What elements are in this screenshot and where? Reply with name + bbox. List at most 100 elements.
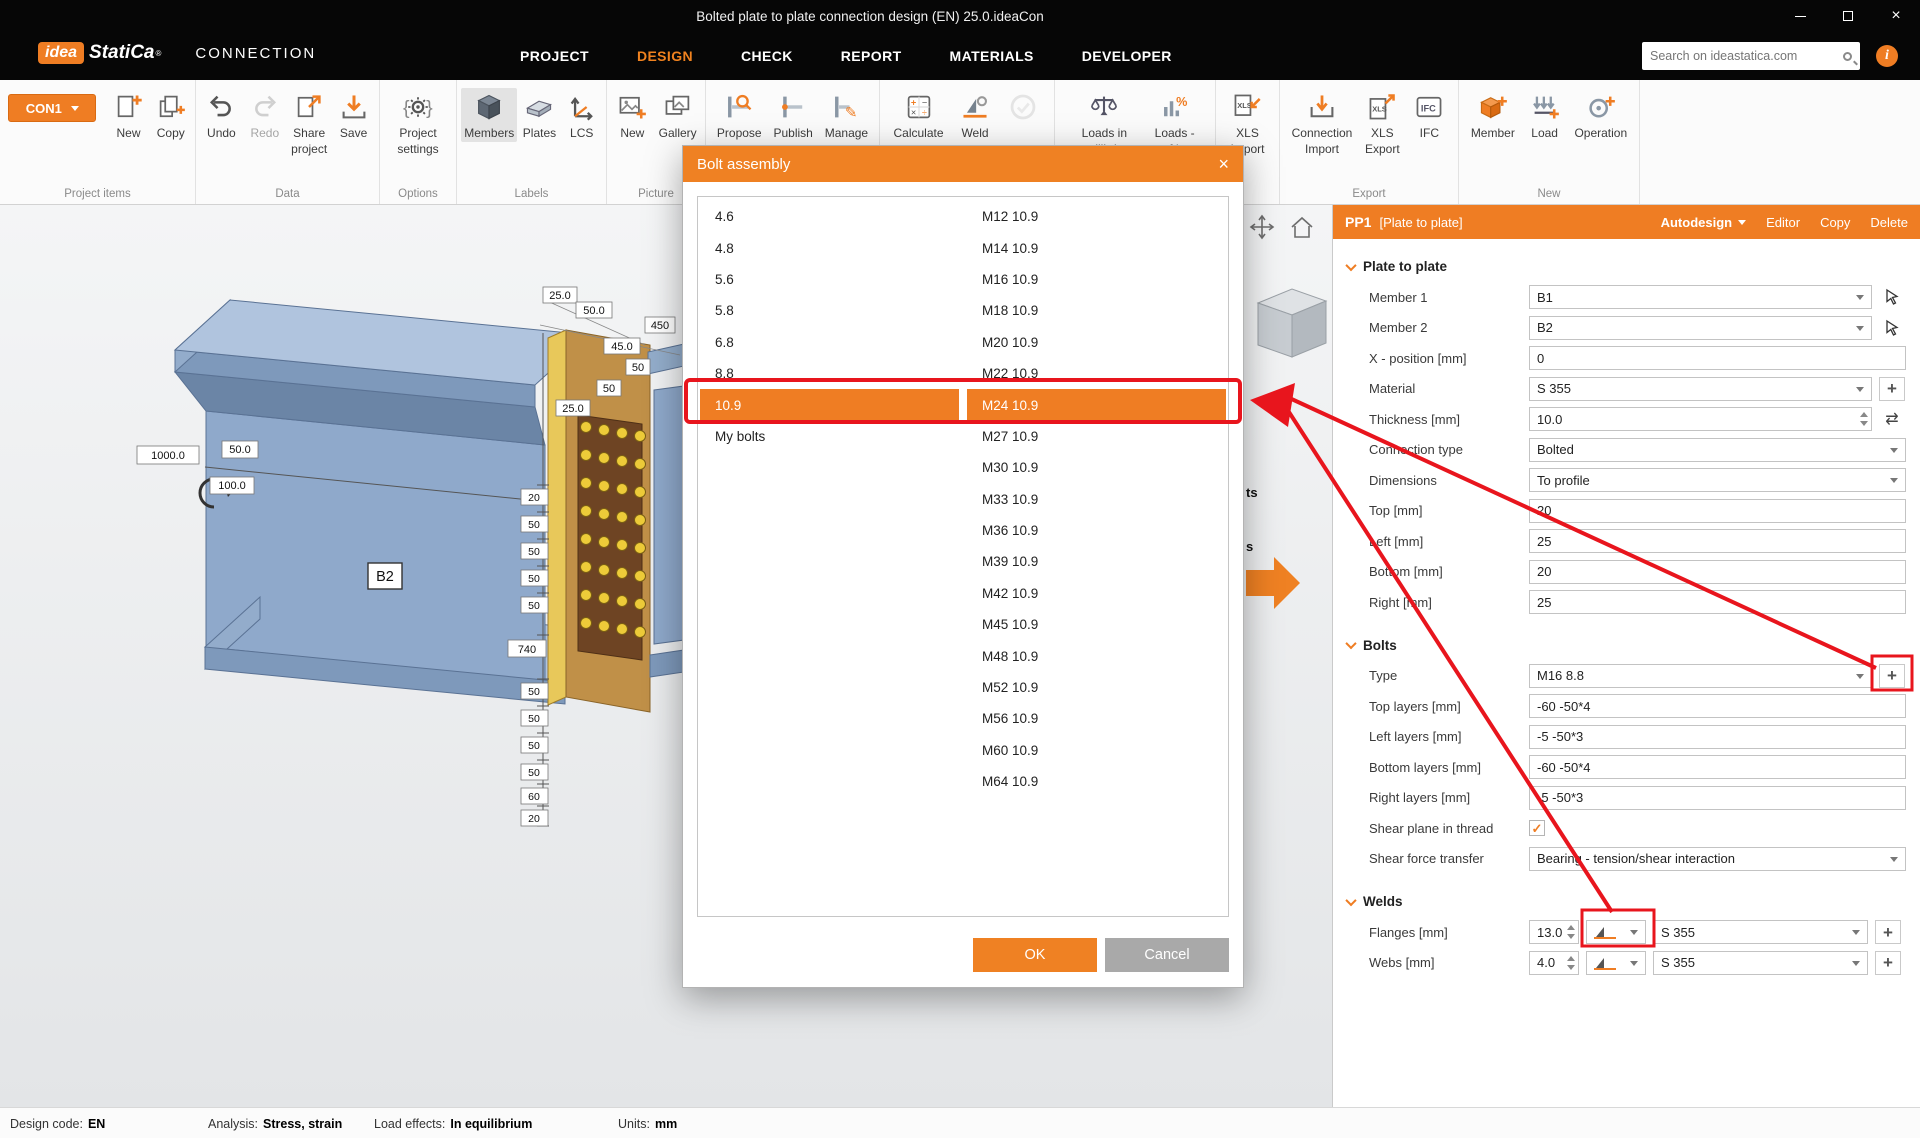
ribbon-plates-toggle[interactable]: Plates [519, 88, 559, 142]
bolt-size-option[interactable]: M16 10.9 [967, 264, 1226, 295]
flange-weld-type-dropdown[interactable] [1586, 920, 1646, 944]
bolt-size-option[interactable]: M27 10.9 [967, 421, 1226, 452]
ribbon-gallery-button[interactable]: Gallery [656, 88, 700, 142]
bolt-size-option[interactable]: M56 10.9 [967, 703, 1226, 734]
right-layers-input[interactable] [1529, 786, 1906, 810]
pan-icon[interactable] [1251, 216, 1273, 238]
ribbon-xls-export-button[interactable]: XLS XLS Export [1362, 88, 1403, 158]
bolt-grade-option[interactable]: My bolts [700, 421, 959, 452]
bolt-size-option[interactable]: M45 10.9 [967, 609, 1226, 640]
editor-button[interactable]: Editor [1766, 215, 1800, 230]
add-web-weld-material-button[interactable]: + [1875, 951, 1901, 975]
pick-member-cursor-icon[interactable] [1879, 316, 1905, 340]
web-weld-size-stepper[interactable] [1529, 951, 1579, 975]
ok-button[interactable]: OK [973, 938, 1097, 972]
ribbon-new-operation-button[interactable]: Operation [1571, 88, 1630, 142]
bolt-grade-option[interactable]: 8.8 [700, 358, 959, 389]
ribbon-new-member-button[interactable]: Member [1468, 88, 1518, 142]
ribbon-manage-button[interactable]: ✎ Manage [822, 88, 871, 142]
ribbon-new-item-button[interactable]: New [109, 88, 149, 142]
left-input[interactable] [1529, 529, 1906, 553]
bolt-size-option[interactable]: M48 10.9 [967, 640, 1226, 671]
bolt-grade-option[interactable]: 6.8 [700, 327, 959, 358]
bolt-size-option[interactable]: M39 10.9 [967, 546, 1226, 577]
bolt-size-option[interactable]: M36 10.9 [967, 515, 1226, 546]
ribbon-members-toggle[interactable]: Members [461, 88, 517, 142]
delete-operation-button[interactable]: Delete [1870, 215, 1908, 230]
member2-dropdown[interactable]: B2 [1529, 316, 1872, 340]
search-icon[interactable] [1843, 52, 1852, 61]
section-plate-to-plate[interactable]: Plate to plate [1333, 247, 1920, 282]
dimensions-dropdown[interactable]: To profile [1529, 468, 1906, 492]
ribbon-connection-import-button[interactable]: Connection Import [1289, 88, 1356, 158]
stepper-arrows-icon[interactable] [1860, 412, 1868, 426]
menu-check[interactable]: CHECK [741, 48, 793, 64]
ribbon-propose-button[interactable]: Propose [714, 88, 765, 142]
web-weld-type-dropdown[interactable] [1586, 951, 1646, 975]
info-icon[interactable]: i [1876, 45, 1898, 67]
copy-operation-button[interactable]: Copy [1820, 215, 1850, 230]
top-input[interactable] [1529, 499, 1906, 523]
bottom-layers-input[interactable] [1529, 755, 1906, 779]
x-position-input[interactable] [1529, 346, 1906, 370]
add-flange-weld-material-button[interactable]: + [1875, 920, 1901, 944]
menu-developer[interactable]: DEVELOPER [1082, 48, 1172, 64]
bolt-size-option[interactable]: M18 10.9 [967, 295, 1226, 326]
menu-materials[interactable]: MATERIALS [950, 48, 1034, 64]
view-cube[interactable] [1258, 289, 1326, 357]
home-view-icon[interactable] [1292, 218, 1312, 237]
bolt-size-option-selected[interactable]: M24 10.9 [967, 389, 1226, 420]
left-layers-input[interactable] [1529, 725, 1906, 749]
ribbon-new-load-button[interactable]: Load [1525, 88, 1565, 142]
menu-design[interactable]: DESIGN [637, 48, 693, 64]
member1-dropdown[interactable]: B1 [1529, 285, 1872, 309]
material-dropdown[interactable]: S 355 [1529, 377, 1872, 401]
bottom-input[interactable] [1529, 560, 1906, 584]
minimize-button[interactable] [1776, 0, 1824, 32]
ribbon-publish-button[interactable]: Publish [770, 88, 815, 142]
bolt-size-option[interactable]: M33 10.9 [967, 484, 1226, 515]
swap-thickness-icon[interactable]: ⇄ [1879, 407, 1905, 431]
stepper-arrows-icon[interactable] [1567, 956, 1575, 970]
bolt-size-option[interactable]: M30 10.9 [967, 452, 1226, 483]
add-material-button[interactable]: + [1879, 377, 1905, 401]
maximize-button[interactable] [1824, 0, 1872, 32]
menu-report[interactable]: REPORT [841, 48, 902, 64]
shear-plane-checkbox[interactable]: ✓ [1529, 820, 1545, 836]
bolt-grade-option[interactable]: 4.8 [700, 232, 959, 263]
ribbon-save-button[interactable]: Save [334, 88, 374, 142]
shear-force-transfer-dropdown[interactable]: Bearing - tension/shear interaction [1529, 847, 1906, 871]
ribbon-new-picture-button[interactable]: New [612, 88, 652, 142]
bolt-grade-option[interactable]: 4.6 [700, 201, 959, 232]
bolt-size-option[interactable]: M52 10.9 [967, 672, 1226, 703]
ribbon-calculate-button[interactable]: +−×÷ Calculate [890, 88, 946, 142]
flange-weld-material-dropdown[interactable]: S 355 [1653, 920, 1868, 944]
ribbon-ifc-button[interactable]: IFC IFC [1409, 88, 1449, 142]
section-bolts[interactable]: Bolts [1333, 626, 1920, 661]
bolt-grade-option-selected[interactable]: 10.9 [700, 389, 959, 420]
pick-member-cursor-icon[interactable] [1879, 285, 1905, 309]
dialog-close-icon[interactable]: × [1218, 155, 1229, 173]
bolt-size-option[interactable]: M14 10.9 [967, 232, 1226, 263]
ribbon-copy-item-button[interactable]: Copy [151, 88, 191, 142]
stepper-arrows-icon[interactable] [1567, 925, 1575, 939]
connection-type-dropdown[interactable]: Bolted [1529, 438, 1906, 462]
ribbon-weld-button[interactable]: Weld [955, 88, 995, 142]
bolt-size-option[interactable]: M42 10.9 [967, 578, 1226, 609]
dialog-title-bar[interactable]: Bolt assembly × [683, 146, 1243, 182]
bolt-size-option[interactable]: M12 10.9 [967, 201, 1226, 232]
thickness-stepper[interactable] [1529, 407, 1872, 431]
ribbon-undo-button[interactable]: Undo [201, 88, 241, 142]
bolt-size-option[interactable]: M22 10.9 [967, 358, 1226, 389]
close-button[interactable]: × [1872, 0, 1920, 32]
bolt-size-option[interactable]: M64 10.9 [967, 766, 1226, 797]
menu-project[interactable]: PROJECT [520, 48, 589, 64]
bolt-size-option[interactable]: M20 10.9 [967, 327, 1226, 358]
web-weld-material-dropdown[interactable]: S 355 [1653, 951, 1868, 975]
top-layers-input[interactable] [1529, 694, 1906, 718]
ribbon-share-project-button[interactable]: Share project [288, 88, 330, 158]
ribbon-redo-button[interactable]: Redo [245, 88, 285, 142]
flange-weld-size-stepper[interactable] [1529, 920, 1579, 944]
autodesign-dropdown[interactable]: Autodesign [1661, 215, 1747, 230]
ribbon-project-settings-button[interactable]: {} Project settings [394, 88, 441, 158]
